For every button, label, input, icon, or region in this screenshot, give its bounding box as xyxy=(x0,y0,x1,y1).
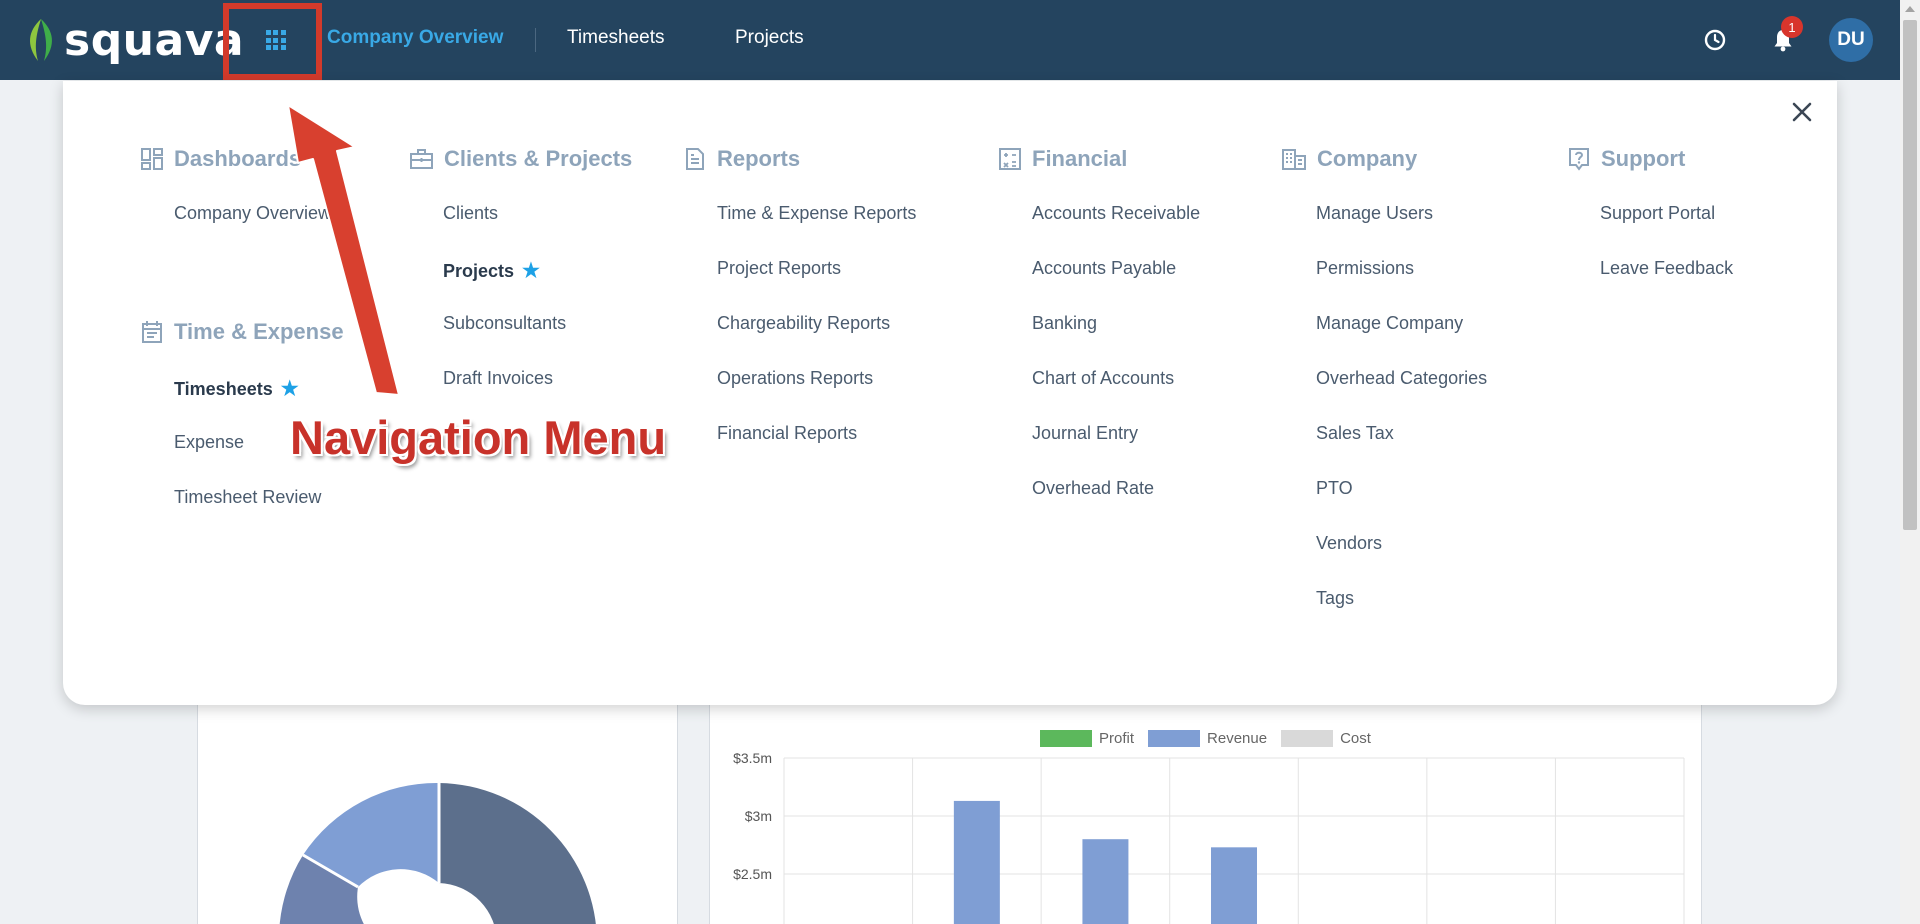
squava-logo[interactable]: squava xyxy=(24,12,244,68)
donut-chart xyxy=(279,782,596,924)
help-icon xyxy=(1569,148,1589,171)
menu-item-banking[interactable]: Banking xyxy=(1032,313,1097,334)
revenue-bar[interactable] xyxy=(1082,839,1129,924)
menu-item-permissions[interactable]: Permissions xyxy=(1316,258,1414,279)
menu-item-leave-feedback[interactable]: Leave Feedback xyxy=(1600,258,1733,279)
scroll-thumb[interactable] xyxy=(1903,20,1917,530)
menu-item-projects[interactable]: Projects ★ xyxy=(443,258,540,283)
revenue-bar[interactable] xyxy=(1211,847,1257,924)
star-icon[interactable]: ★ xyxy=(522,260,540,282)
user-avatar[interactable]: DU xyxy=(1829,18,1873,62)
menu-item-financial-reports[interactable]: Financial Reports xyxy=(717,423,857,444)
close-icon[interactable] xyxy=(1790,100,1814,124)
section-support: Support xyxy=(1567,146,1685,172)
menu-item-label: Timesheets xyxy=(174,379,273,399)
annotation-label: Navigation Menu xyxy=(290,411,667,464)
menu-item-manage-users[interactable]: Manage Users xyxy=(1316,203,1433,224)
brand-name: squava xyxy=(64,14,245,66)
page-scrollbar[interactable] xyxy=(1900,0,1920,924)
notification-badge: 1 xyxy=(1781,16,1803,38)
menu-item-draft-invoices[interactable]: Draft Invoices xyxy=(443,368,553,389)
menu-item-time-expense-reports[interactable]: Time & Expense Reports xyxy=(717,203,916,224)
menu-item-support-portal[interactable]: Support Portal xyxy=(1600,203,1715,224)
y-tick-label: $3.5m xyxy=(733,750,772,766)
menu-item-manage-company[interactable]: Manage Company xyxy=(1316,313,1463,334)
menu-item-clients[interactable]: Clients xyxy=(443,203,498,224)
nav-projects[interactable]: Projects xyxy=(735,27,804,49)
leaf-logo-icon xyxy=(30,19,52,61)
annotation-arrow xyxy=(287,104,400,396)
menu-item-tags[interactable]: Tags xyxy=(1316,588,1354,609)
y-tick-label: $2.5m xyxy=(733,866,772,882)
menu-item-accounts-payable[interactable]: Accounts Payable xyxy=(1032,258,1176,279)
annotation-highlight-box xyxy=(223,3,322,80)
menu-item-overhead-categories[interactable]: Overhead Categories xyxy=(1316,368,1487,389)
menu-item-overhead-rate[interactable]: Overhead Rate xyxy=(1032,478,1154,499)
menu-item-pto[interactable]: PTO xyxy=(1316,478,1353,499)
menu-item-expense[interactable]: Expense xyxy=(174,432,244,453)
donut-slice-dark xyxy=(439,783,596,924)
menu-item-chart-of-accounts[interactable]: Chart of Accounts xyxy=(1032,368,1174,389)
menu-item-vendors[interactable]: Vendors xyxy=(1316,533,1382,554)
calculator-icon xyxy=(999,148,1021,170)
section-clients-projects: Clients & Projects xyxy=(409,146,632,172)
menu-item-chargeability-reports[interactable]: Chargeability Reports xyxy=(717,313,890,334)
donut-chart-card xyxy=(197,690,678,924)
nav-divider xyxy=(535,28,536,52)
menu-item-project-reports[interactable]: Project Reports xyxy=(717,258,841,279)
calendar-icon xyxy=(142,321,162,343)
clock-icon[interactable] xyxy=(1697,22,1733,58)
section-financial: Financial xyxy=(998,146,1127,172)
report-icon xyxy=(686,148,704,170)
scroll-up-arrow-icon[interactable] xyxy=(1905,6,1915,12)
building-icon xyxy=(1282,149,1306,170)
menu-item-timesheet-review[interactable]: Timesheet Review xyxy=(174,487,321,508)
y-tick-label: $3m xyxy=(745,808,772,824)
menu-item-journal-entry[interactable]: Journal Entry xyxy=(1032,423,1138,444)
revenue-bar-chart: $3.5m $3m $2.5m xyxy=(733,750,1685,924)
briefcase-icon xyxy=(410,149,433,169)
menu-item-sales-tax[interactable]: Sales Tax xyxy=(1316,423,1394,444)
menu-item-subconsultants[interactable]: Subconsultants xyxy=(443,313,566,334)
nav-timesheets[interactable]: Timesheets xyxy=(567,27,665,49)
nav-company-overview[interactable]: Company Overview xyxy=(327,27,503,49)
section-company: Company xyxy=(1281,146,1417,172)
menu-item-operations-reports[interactable]: Operations Reports xyxy=(717,368,873,389)
section-reports: Reports xyxy=(683,146,800,172)
menu-item-label: Projects xyxy=(443,261,515,281)
revenue-bar[interactable] xyxy=(953,800,1000,924)
menu-item-accounts-receivable[interactable]: Accounts Receivable xyxy=(1032,203,1200,224)
dashboard-icon xyxy=(141,148,163,170)
